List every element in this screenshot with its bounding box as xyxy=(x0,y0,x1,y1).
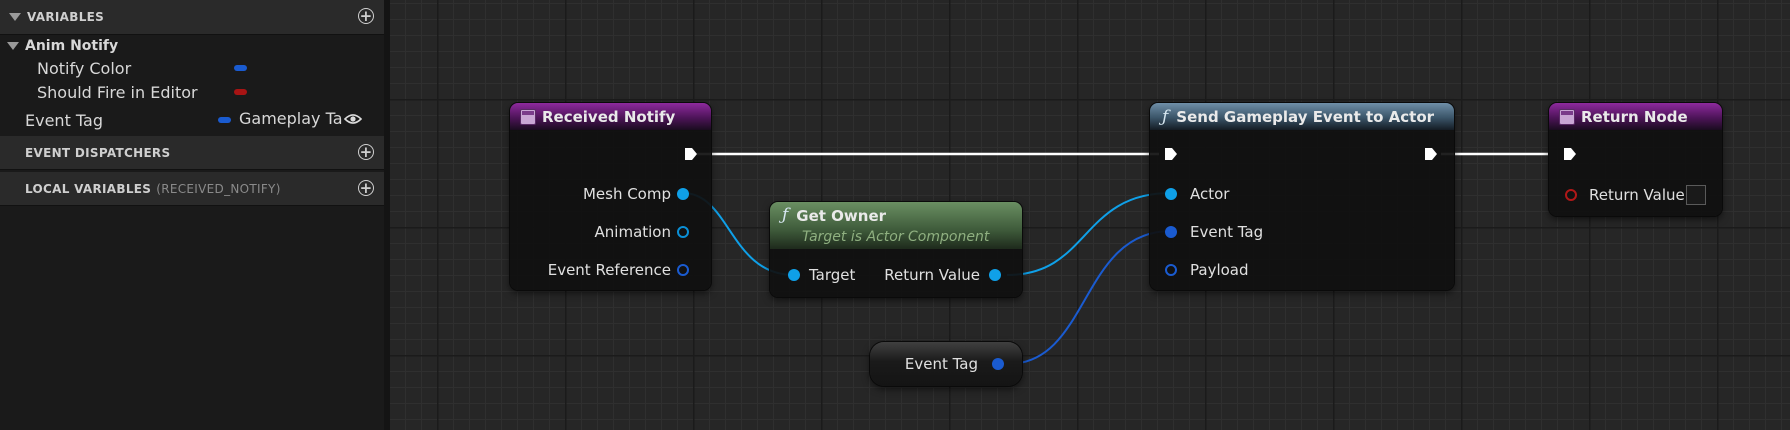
exec-output-pin-icon[interactable] xyxy=(1424,147,1438,161)
node-title: Received Notify xyxy=(542,107,676,126)
anim-notify-label: Anim Notify xyxy=(25,38,119,54)
variable-default-value: Gameplay Ta xyxy=(239,109,343,128)
event-dispatchers-label: EVENT DISPATCHERS xyxy=(25,145,171,160)
node-header: ƒ Send Gameplay Event to Actor xyxy=(1150,103,1454,130)
collapse-triangle-icon[interactable] xyxy=(9,13,21,21)
node-title: Send Gameplay Event to Actor xyxy=(1176,107,1435,126)
variable-type-swatch xyxy=(234,89,247,95)
animation-output-pin[interactable] xyxy=(677,226,689,238)
pin-label: Return Value xyxy=(884,266,980,284)
pin-label: Actor xyxy=(1190,185,1230,203)
event-dispatchers-section-header[interactable]: EVENT DISPATCHERS + xyxy=(0,136,384,170)
mesh-comp-output-pin[interactable] xyxy=(677,188,689,200)
anim-notify-category[interactable]: Anim Notify xyxy=(0,34,384,58)
variables-header-label: VARIABLES xyxy=(27,10,105,24)
exec-input-pin-icon[interactable] xyxy=(1563,147,1577,161)
variable-type-swatch xyxy=(218,117,231,123)
variable-row-event-tag[interactable]: Event Tag Gameplay Ta xyxy=(0,108,384,132)
node-header: Return Node xyxy=(1549,103,1722,130)
pin-label: Mesh Comp xyxy=(582,185,671,203)
payload-input-pin[interactable] xyxy=(1165,264,1177,276)
event-tag-getter-node[interactable]: Event Tag xyxy=(870,342,1022,386)
event-tag-to-event-tag-wire[interactable] xyxy=(1007,230,1172,365)
variables-section-header[interactable]: VARIABLES + xyxy=(0,0,384,35)
pin-label: Event Reference xyxy=(547,261,671,279)
return-value-input-pin[interactable] xyxy=(1565,189,1577,201)
function-icon: ƒ xyxy=(782,205,789,225)
add-variable-icon[interactable]: + xyxy=(358,8,374,24)
node-header: Received Notify xyxy=(510,103,711,130)
pin-label: Target xyxy=(809,266,856,284)
collapse-triangle-icon[interactable] xyxy=(7,42,19,50)
pin-label: Event Tag xyxy=(1190,223,1264,241)
function-result-icon xyxy=(1559,108,1575,125)
variable-name: Event Tag xyxy=(25,110,104,130)
exec-output-pin-icon[interactable] xyxy=(684,147,698,161)
add-dispatcher-icon[interactable]: + xyxy=(358,144,374,160)
exec-input-pin-icon[interactable] xyxy=(1164,147,1178,161)
local-variables-section-header[interactable]: LOCAL VARIABLES (RECEIVED_NOTIFY) + xyxy=(0,172,384,206)
function-icon: ƒ xyxy=(1162,106,1169,127)
pin-label: Return Value xyxy=(1589,186,1685,204)
event-reference-output-pin[interactable] xyxy=(677,264,689,276)
return-node[interactable]: Return Node Return Value xyxy=(1549,103,1722,216)
blueprint-graph-canvas[interactable]: Received Notify Mesh Comp Animation Even… xyxy=(390,0,1790,430)
variable-type-swatch xyxy=(234,65,247,71)
send-gameplay-event-node[interactable]: ƒ Send Gameplay Event to Actor Actor Eve… xyxy=(1150,103,1454,290)
local-variables-scope: (RECEIVED_NOTIFY) xyxy=(156,181,281,196)
pin-label: Animation xyxy=(594,223,671,241)
node-subtitle: Target is Actor Component xyxy=(802,229,990,245)
local-variables-label: LOCAL VARIABLES xyxy=(25,181,152,196)
eye-icon[interactable] xyxy=(344,112,362,126)
my-blueprint-panel: VARIABLES + Anim Notify Notify Color Sho… xyxy=(0,0,390,430)
get-owner-node[interactable]: ƒ Get Owner Target is Actor Component Ta… xyxy=(770,202,1022,297)
return-value-output-pin[interactable] xyxy=(989,269,1001,281)
node-title: Get Owner xyxy=(796,207,887,225)
variable-row-should-fire-in-editor[interactable]: Should Fire in Editor xyxy=(0,80,384,104)
variable-name: Notify Color xyxy=(37,58,132,78)
function-entry-icon xyxy=(520,108,536,125)
add-local-variable-icon[interactable]: + xyxy=(358,180,374,196)
return-value-checkbox[interactable] xyxy=(1686,185,1706,205)
event-tag-output-pin[interactable] xyxy=(992,358,1004,370)
variable-name: Should Fire in Editor xyxy=(37,82,198,102)
event-tag-input-pin[interactable] xyxy=(1165,226,1177,238)
pin-label: Payload xyxy=(1190,261,1249,279)
target-input-pin[interactable] xyxy=(788,269,800,281)
node-title: Return Node xyxy=(1581,107,1688,126)
received-notify-node[interactable]: Received Notify Mesh Comp Animation Even… xyxy=(510,103,711,290)
variable-row-notify-color[interactable]: Notify Color xyxy=(0,56,384,80)
pin-label: Event Tag xyxy=(904,355,978,373)
actor-input-pin[interactable] xyxy=(1165,188,1177,200)
